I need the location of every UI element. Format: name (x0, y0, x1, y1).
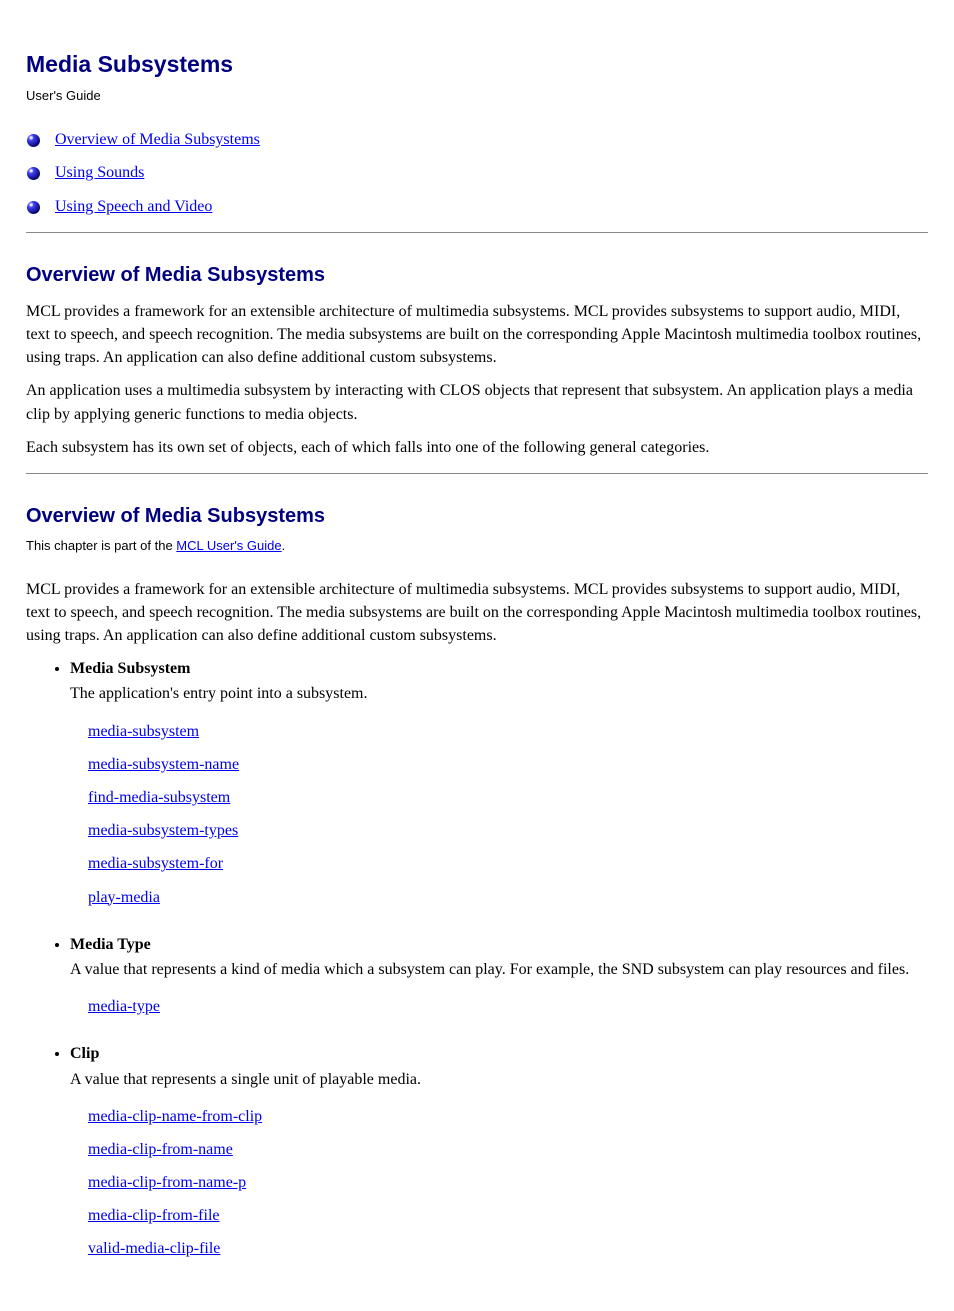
detail-p1: MCL provides a framework for an extensib… (26, 578, 928, 648)
divider (26, 232, 928, 233)
guide-link[interactable]: MCL User's Guide (176, 538, 281, 553)
toc-link-overview[interactable]: Overview of Media Subsystems (55, 128, 260, 151)
ref-link[interactable]: media-subsystem-types (88, 819, 928, 842)
group-desc: A value that represents a single unit of… (70, 1068, 928, 1091)
ref-link[interactable]: media-subsystem-name (88, 753, 928, 776)
overview-p1: MCL provides a framework for an extensib… (26, 300, 928, 370)
overview-p3: Each subsystem has its own set of object… (26, 436, 928, 459)
overview-p2: An application uses a multimedia subsyst… (26, 379, 928, 425)
group-title: Media Type (70, 933, 928, 956)
list-item: Media Subsystem The application's entry … (70, 657, 928, 909)
ref-link[interactable]: media-clip-name-from-clip (88, 1105, 928, 1128)
group-title: Media Subsystem (70, 657, 928, 680)
list-item: Media Type A value that represents a kin… (70, 933, 928, 1019)
page-title: Media Subsystems (26, 48, 928, 81)
bullet-ball-icon (26, 199, 41, 214)
guide-link-line: This chapter is part of the MCL User's G… (26, 537, 928, 556)
overview-heading: Overview of Media Subsystems (26, 261, 928, 290)
list-item: Clip A value that represents a single un… (70, 1042, 928, 1260)
guide-label: User's Guide (26, 87, 928, 106)
ref-link[interactable]: play-media (88, 886, 928, 909)
ref-link[interactable]: valid-media-clip-file (88, 1237, 928, 1260)
bullet-ball-icon (26, 165, 41, 180)
divider (26, 473, 928, 474)
group-desc: A value that represents a kind of media … (70, 958, 928, 981)
ref-link[interactable]: find-media-subsystem (88, 786, 928, 809)
ref-link[interactable]: media-clip-from-file (88, 1204, 928, 1227)
toc-link-sounds[interactable]: Using Sounds (55, 161, 144, 184)
ref-link[interactable]: media-type (88, 995, 928, 1018)
ref-link[interactable]: media-subsystem-for (88, 852, 928, 875)
guide-prefix: This chapter is part of the (26, 538, 176, 553)
ref-link[interactable]: media-subsystem (88, 720, 928, 743)
ref-link[interactable]: media-clip-from-name-p (88, 1171, 928, 1194)
detail-heading: Overview of Media Subsystems (26, 502, 928, 531)
toc-link-speech-video[interactable]: Using Speech and Video (55, 195, 212, 218)
bullet-ball-icon (26, 132, 41, 147)
toc-list: Overview of Media Subsystems Using Sound… (26, 128, 928, 218)
ref-link[interactable]: media-clip-from-name (88, 1138, 928, 1161)
group-desc: The application's entry point into a sub… (70, 682, 928, 705)
group-title: Clip (70, 1042, 928, 1065)
category-list: Media Subsystem The application's entry … (26, 657, 928, 1260)
guide-suffix: . (282, 538, 286, 553)
